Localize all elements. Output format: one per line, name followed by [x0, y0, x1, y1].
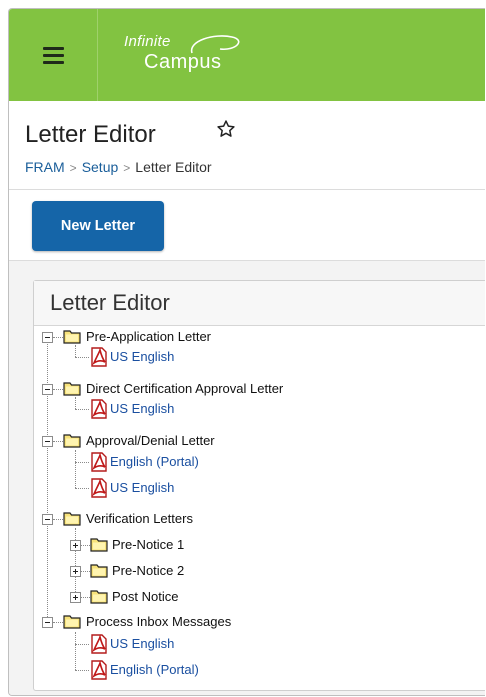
tree-node-label: Process Inbox Messages: [86, 614, 232, 629]
breadcrumb-fram[interactable]: FRAM: [25, 159, 65, 175]
tree-node-label: Approval/Denial Letter: [86, 433, 215, 448]
tree-leaf-inbox-english-portal[interactable]: English (Portal): [34, 660, 454, 680]
favorite-star-icon[interactable]: [216, 119, 236, 139]
tree-leaf-direct-cert-us-english[interactable]: US English: [34, 399, 454, 419]
tree-connector: [75, 357, 89, 358]
hamburger-menu-button[interactable]: [9, 9, 98, 101]
tree-leaf-label[interactable]: English (Portal): [110, 662, 199, 677]
tree-connector: [75, 488, 89, 489]
tree-node-label: Verification Letters: [86, 511, 193, 526]
folder-icon: [90, 538, 108, 552]
pdf-document-icon: [91, 634, 107, 654]
pdf-document-icon: [91, 452, 107, 472]
tree-leaf-approval-us-english[interactable]: US English: [34, 478, 454, 498]
tree-leaf-label[interactable]: US English: [110, 349, 174, 364]
tree-connector: [75, 462, 89, 463]
tree-connector: [75, 670, 89, 671]
page-header: Letter Editor FRAM > Setup > Letter Editor: [9, 101, 485, 190]
tree-connector: [81, 571, 90, 572]
tree-node-pre-application-letter[interactable]: Pre-Application Letter: [34, 327, 454, 347]
infinite-campus-logo[interactable]: Infinite Campus: [124, 31, 264, 79]
tree-node-pre-notice-1[interactable]: Pre-Notice 1: [34, 535, 454, 555]
menu-icon-bar: [43, 61, 64, 64]
expand-icon[interactable]: [70, 592, 81, 603]
tree-node-approval-denial-letter[interactable]: Approval/Denial Letter: [34, 431, 454, 451]
panel-header: Letter Editor: [34, 281, 485, 326]
content-area: Letter Editor Pre-Application Letter US …: [9, 261, 485, 695]
tree-leaf-label[interactable]: US English: [110, 636, 174, 651]
tree-node-pre-notice-2[interactable]: Pre-Notice 2: [34, 561, 454, 581]
logo-text-line2: Campus: [144, 51, 222, 73]
folder-icon: [63, 382, 81, 396]
top-navigation-bar: Infinite Campus: [9, 9, 485, 101]
new-letter-button[interactable]: New Letter: [32, 201, 164, 251]
letter-editor-panel: Letter Editor Pre-Application Letter US …: [33, 280, 485, 691]
tree-connector: [75, 409, 89, 410]
action-bar: New Letter: [9, 190, 485, 261]
tree-node-process-inbox-messages[interactable]: Process Inbox Messages: [34, 612, 454, 632]
collapse-icon[interactable]: [42, 514, 53, 525]
breadcrumb-current: Letter Editor: [135, 159, 212, 175]
expand-icon[interactable]: [70, 540, 81, 551]
collapse-icon[interactable]: [42, 384, 53, 395]
tree-connector: [53, 389, 63, 390]
tree-connector: [81, 545, 90, 546]
tree-node-label: Pre-Notice 2: [112, 563, 185, 578]
collapse-icon[interactable]: [42, 617, 53, 628]
folder-icon: [63, 512, 81, 526]
logo-text-line1: Infinite: [124, 33, 171, 50]
tree-leaf-label[interactable]: US English: [110, 480, 174, 495]
tree-node-label: Pre-Application Letter: [86, 329, 212, 344]
pdf-document-icon: [91, 399, 107, 419]
pdf-document-icon: [91, 660, 107, 680]
collapse-icon[interactable]: [42, 332, 53, 343]
expand-icon[interactable]: [70, 566, 81, 577]
letter-tree: Pre-Application Letter US English Direct…: [34, 327, 485, 690]
tree-connector: [53, 622, 63, 623]
page-title: Letter Editor: [25, 121, 156, 148]
tree-node-verification-letters[interactable]: Verification Letters: [34, 509, 454, 529]
tree-leaf-approval-english-portal[interactable]: English (Portal): [34, 452, 454, 472]
menu-icon-bar: [43, 54, 64, 57]
tree-connector: [81, 597, 90, 598]
folder-icon: [63, 330, 81, 344]
breadcrumb-separator-icon: >: [69, 161, 77, 175]
breadcrumb-separator-icon: >: [123, 161, 131, 175]
folder-icon: [63, 615, 81, 629]
tree-connector: [53, 519, 63, 520]
breadcrumb: FRAM > Setup > Letter Editor: [25, 159, 212, 175]
breadcrumb-setup[interactable]: Setup: [82, 159, 119, 175]
tree-node-label: Pre-Notice 1: [112, 537, 185, 552]
tree-connector: [75, 644, 89, 645]
tree-connector: [53, 441, 63, 442]
folder-icon: [90, 590, 108, 604]
tree-node-direct-certification-letter[interactable]: Direct Certification Approval Letter: [34, 379, 454, 399]
folder-icon: [63, 434, 81, 448]
tree-leaf-label[interactable]: English (Portal): [110, 454, 199, 469]
app-window: Infinite Campus Letter Editor FRAM > Setup…: [8, 8, 485, 696]
tree-leaf-label[interactable]: US English: [110, 401, 174, 416]
tree-leaf-inbox-us-english[interactable]: US English: [34, 634, 454, 654]
tree-leaf-pre-application-us-english[interactable]: US English: [34, 347, 454, 367]
collapse-icon[interactable]: [42, 436, 53, 447]
tree-node-label: Post Notice: [112, 589, 179, 604]
tree-node-post-notice[interactable]: Post Notice: [34, 587, 454, 607]
folder-icon: [90, 564, 108, 578]
tree-node-label: Direct Certification Approval Letter: [86, 381, 284, 396]
menu-icon-bar: [43, 47, 64, 50]
pdf-document-icon: [91, 347, 107, 367]
pdf-document-icon: [91, 478, 107, 498]
tree-connector: [53, 337, 63, 338]
panel-title: Letter Editor: [50, 290, 170, 315]
